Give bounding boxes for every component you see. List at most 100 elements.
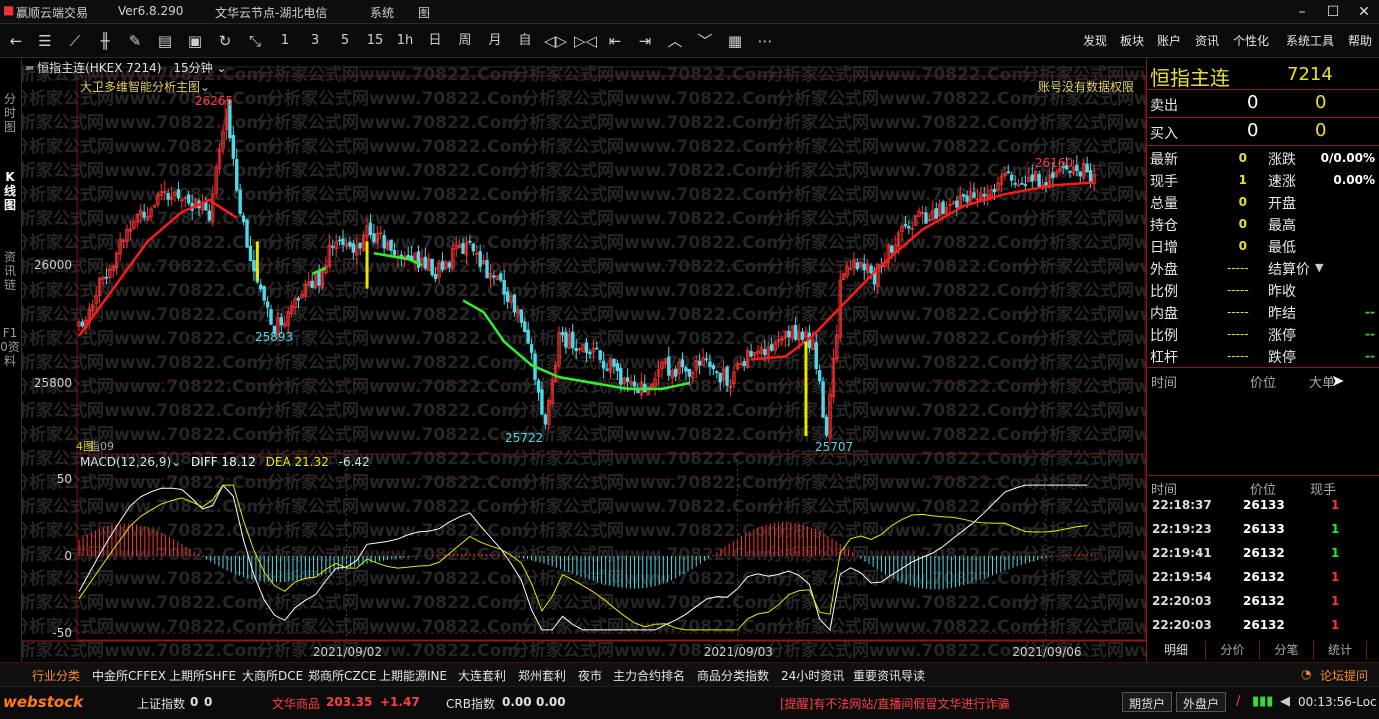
tab-price-dist[interactable]: 分价 [1206,641,1260,660]
candle-body [1051,172,1055,179]
quote-right-label: 结算价 [1268,262,1310,278]
arrow-left-icon[interactable]: ⇤ [604,31,626,51]
menu-personalize[interactable]: 个性化 [1233,32,1269,49]
kline-icon[interactable]: ╫ [94,31,116,51]
market-tab[interactable]: 夜市 [578,667,602,684]
chevron-down-icon[interactable]: ⌄ [216,61,226,75]
market-tab[interactable]: 郑商所CZCE [308,667,377,684]
index1-value: 0 [190,695,199,709]
foreign-account-button[interactable]: 外盘户 [1176,692,1227,712]
candle-body [598,350,602,360]
tab-stats[interactable]: 统计 [1314,641,1367,660]
period-1[interactable]: 1 [274,31,296,51]
period-5[interactable]: 5 [334,31,356,51]
line-chart-icon[interactable]: ⟋ [64,31,86,51]
minimize-icon[interactable]: – [1287,1,1317,23]
tab-timeshare[interactable]: 分时图 [0,92,20,134]
forum-icon[interactable]: ◔ [1301,667,1311,681]
sell-volume: 0 [1315,92,1327,113]
watermark-text: 分析家公式网www.70822.Com [1022,112,1146,133]
watermark-text: 分析家公式网www.70822.Com [777,88,1039,109]
save-icon[interactable]: ▣ [184,31,206,51]
index1-name[interactable]: 上证指数 [137,695,185,712]
period-15[interactable]: 15 [364,31,386,51]
period-3[interactable]: 3 [304,31,326,51]
period-1h[interactable]: 1h [394,31,416,51]
period-custom[interactable]: 自 [514,31,536,51]
maximize-icon[interactable]: ☐ [1318,1,1348,23]
layout-icon[interactable]: ▤ [154,31,176,51]
indicator-selector[interactable]: 大卫多维智能分析主图⌄ [80,78,210,95]
refresh-icon[interactable]: ↻ [214,31,236,51]
grid-icon[interactable]: ▦ [724,31,746,51]
quote-right-value: 0.00% [1333,173,1375,187]
forum-button[interactable]: 论坛提问 [1320,667,1368,684]
market-tab[interactable]: 24小时资讯 [781,667,844,684]
period-week[interactable]: 周 [454,31,476,51]
speaker-icon[interactable]: ◀ [1280,694,1290,709]
market-tab[interactable]: 行业分类 [32,667,80,684]
index3-name[interactable]: CRB指数 [446,695,495,712]
watermark-text: 分析家公式网www.70822.Com [257,400,519,421]
fraud-warning[interactable]: [提醒]有不法网站/直播间假冒文华进行诈骗 [780,695,1009,712]
tab-detail[interactable]: 明细 [1147,641,1206,660]
market-tab[interactable]: 中金所CFFEX [92,667,166,684]
clock: 00:13:56-Loc [1298,695,1377,709]
list-icon[interactable]: ☰ [34,31,56,51]
tab-news[interactable]: 资讯链 [0,250,20,292]
draw-tool-icon[interactable]: ✎ [124,31,146,51]
period-day[interactable]: 日 [424,31,446,51]
candle-body [1010,174,1014,181]
market-tab[interactable]: 重要资讯导读 [853,667,925,684]
menu-news[interactable]: 资讯 [1195,32,1219,49]
close-icon[interactable]: ✕ [1349,1,1379,23]
watermark-text: 分析家公式网www.70822.Com [257,496,519,517]
tab-kline[interactable]: K线图 [0,170,20,212]
market-tab[interactable]: 上期能源INE [379,667,447,684]
back-arrow-icon[interactable]: ← [5,31,27,51]
watermark-text: 分析家公式网www.70822.Com [1022,544,1146,565]
market-tab[interactable]: 上期所SHFE [169,667,236,684]
candle-body [430,258,434,276]
watermark-text: 分析家公式网www.70822.Com [522,328,784,349]
system-menu[interactable]: 系统 图 [370,4,430,21]
market-tab[interactable]: 大商所DCE [242,667,303,684]
candle-body [934,208,938,219]
shrink-icon[interactable]: ◁▷ [544,31,567,51]
market-tab[interactable]: 大连套利 [458,667,506,684]
chevron-up-icon[interactable]: ︿ [664,31,686,51]
index2-name[interactable]: 文华商品 [272,695,320,712]
market-tab[interactable]: 郑州套利 [518,667,566,684]
arrow-right-icon[interactable]: ⇥ [634,31,656,51]
low-label-1: 25893 [255,330,293,344]
expand-icon[interactable]: ▷◁ [574,31,597,51]
menu-help[interactable]: 帮助 [1348,32,1372,49]
menu-system-tools[interactable]: 系统工具 [1286,32,1334,49]
candle-body [965,195,969,203]
more-icon[interactable]: ⋯ [754,31,776,51]
tab-f10[interactable]: F10资料 [0,326,20,368]
signal-icon: ▮▮▮ [1252,694,1274,709]
kline-chart[interactable]: 分析家公式网www.70822.Com 分析家公式网www.70822.Com 分析… [2,58,1294,662]
quote-left-label: 杠杆 [1150,350,1178,366]
menu-sector[interactable]: 板块 [1120,32,1144,49]
tick-volume: 1 [1331,594,1340,608]
market-tab[interactable]: 商品分类指数 [697,667,769,684]
chevron-down-icon[interactable]: ⌄ [171,455,181,469]
zoom-icon[interactable]: ⤡ [244,31,266,51]
chart-period[interactable]: 15分钟 [173,61,212,75]
menu-discover[interactable]: 发现 [1083,32,1107,49]
chart-symbol-header[interactable]: ═ 恒指主连(HKEX 7214) 15分钟 ⌄ [26,59,226,76]
period-month[interactable]: 月 [484,31,506,51]
macd-name[interactable]: MACD(12,26,9) [80,455,171,469]
quote-right-label: 速涨 [1268,174,1296,190]
futures-account-button[interactable]: 期货户 [1122,692,1173,712]
watermark-text: 分析家公式网www.70822.Com [767,256,1029,277]
tab-ticks[interactable]: 分笔 [1260,641,1314,660]
chevron-down-icon[interactable]: ﹀ [694,31,716,51]
chart-area[interactable]: 分析家公式网www.70822.Com 分析家公式网www.70822.Com 分析… [2,58,1294,662]
chevron-down-icon[interactable]: ▼ [1315,261,1323,274]
market-tab[interactable]: 主力合约排名 [613,667,685,684]
menu-account[interactable]: 账户 [1157,32,1181,49]
menu-lines-icon[interactable]: ═ [26,61,33,75]
